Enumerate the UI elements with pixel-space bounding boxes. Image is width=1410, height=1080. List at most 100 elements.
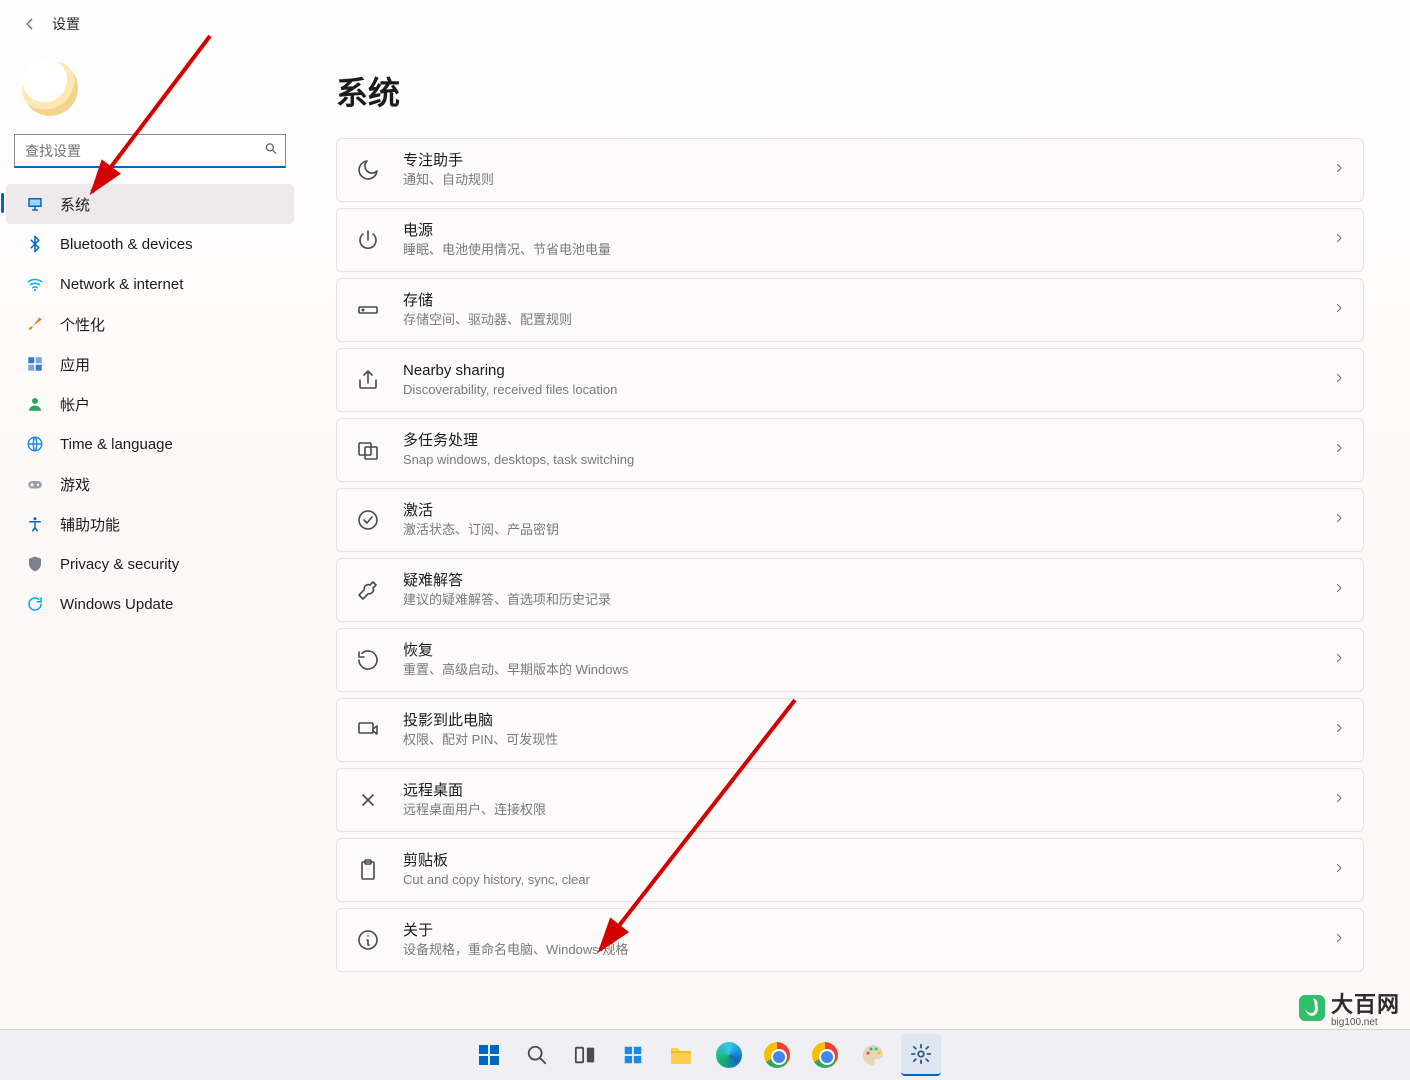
- card-body: 投影到此电脑权限、配对 PIN、可发现性: [403, 712, 1333, 749]
- taskbar-edge[interactable]: [709, 1035, 749, 1075]
- clipboard-icon: [355, 857, 381, 883]
- taskbar-taskview[interactable]: [565, 1035, 605, 1075]
- card-title: 多任务处理: [403, 432, 1333, 451]
- nav-item-bluetooth[interactable]: Bluetooth & devices: [6, 224, 294, 264]
- nav-item-system[interactable]: 系统: [6, 184, 294, 224]
- brush-icon: [26, 315, 44, 333]
- nav-item-time[interactable]: Time & language: [6, 424, 294, 464]
- card-subtitle: 远程桌面用户、连接权限: [403, 802, 1333, 818]
- search-input[interactable]: [14, 134, 286, 168]
- taskbar-chrome-1[interactable]: [757, 1035, 797, 1075]
- nav-item-accounts[interactable]: 帐户: [6, 384, 294, 424]
- apps-icon: [26, 355, 44, 373]
- moon-icon: [355, 157, 381, 183]
- card-subtitle: 睡眠、电池使用情况、节省电池电量: [403, 242, 1333, 258]
- card-subtitle: Cut and copy history, sync, clear: [403, 872, 1333, 888]
- user-avatar[interactable]: [22, 60, 78, 116]
- card-projecting[interactable]: 投影到此电脑权限、配对 PIN、可发现性: [336, 698, 1364, 762]
- person-icon: [26, 395, 44, 413]
- shield-icon: [26, 555, 44, 573]
- taskbar-start[interactable]: [469, 1035, 509, 1075]
- taskbar-explorer[interactable]: [661, 1035, 701, 1075]
- taskbar-paint[interactable]: [853, 1035, 893, 1075]
- search-icon: [526, 1044, 548, 1066]
- nav-item-apps[interactable]: 应用: [6, 344, 294, 384]
- card-power[interactable]: 电源睡眠、电池使用情况、节省电池电量: [336, 208, 1364, 272]
- card-body: Nearby sharingDiscoverability, received …: [403, 362, 1333, 399]
- page-title: 系统: [336, 68, 1364, 114]
- storage-icon: [355, 297, 381, 323]
- card-subtitle: Snap windows, desktops, task switching: [403, 452, 1333, 468]
- card-body: 多任务处理Snap windows, desktops, task switch…: [403, 432, 1333, 469]
- card-title: 投影到此电脑: [403, 712, 1333, 731]
- edge-icon: [716, 1042, 742, 1068]
- project-icon: [355, 717, 381, 743]
- card-title: Nearby sharing: [403, 362, 1333, 381]
- taskbar-widgets[interactable]: [613, 1035, 653, 1075]
- card-body: 恢复重置、高级启动、早期版本的 Windows: [403, 642, 1333, 679]
- windows-icon: [477, 1043, 501, 1067]
- titlebar: 设置: [0, 0, 1410, 48]
- chevron-right-icon: [1333, 231, 1345, 249]
- card-title: 关于: [403, 922, 1333, 941]
- taskbar-settings[interactable]: [901, 1034, 941, 1076]
- nav-item-privacy[interactable]: Privacy & security: [6, 544, 294, 584]
- nav-item-gaming[interactable]: 游戏: [6, 464, 294, 504]
- chevron-right-icon: [1333, 441, 1345, 459]
- nav-label: 帐户: [60, 394, 90, 415]
- nav-label: Windows Update: [60, 596, 173, 613]
- nav-list: 系统Bluetooth & devices Network & internet 个…: [0, 184, 300, 624]
- nav-item-network[interactable]: Network & internet: [6, 264, 294, 304]
- taskbar: [0, 1029, 1410, 1080]
- app-title: 设置: [52, 14, 80, 34]
- share-icon: [355, 367, 381, 393]
- chevron-right-icon: [1333, 511, 1345, 529]
- access-icon: [26, 515, 44, 533]
- globe-icon: [26, 435, 44, 453]
- multitask-icon: [355, 437, 381, 463]
- card-storage[interactable]: 存储存储空间、驱动器、配置规则: [336, 278, 1364, 342]
- card-body: 关于设备规格，重命名电脑、Windows 规格: [403, 922, 1333, 959]
- card-subtitle: 激活状态、订阅、产品密钥: [403, 522, 1333, 538]
- chevron-right-icon: [1333, 791, 1345, 809]
- card-troubleshoot[interactable]: 疑难解答建议的疑难解答、首选项和历史记录: [336, 558, 1364, 622]
- taskbar-chrome-2[interactable]: [805, 1035, 845, 1075]
- taskbar-search[interactable]: [517, 1035, 557, 1075]
- card-title: 远程桌面: [403, 782, 1333, 801]
- gamepad-icon: [26, 475, 44, 493]
- card-body: 存储存储空间、驱动器、配置规则: [403, 292, 1333, 329]
- card-body: 疑难解答建议的疑难解答、首选项和历史记录: [403, 572, 1333, 609]
- card-activation[interactable]: 激活激活状态、订阅、产品密钥: [336, 488, 1364, 552]
- card-body: 激活激活状态、订阅、产品密钥: [403, 502, 1333, 539]
- wifi-icon: [26, 275, 44, 293]
- sidebar: 系统Bluetooth & devices Network & internet 个…: [0, 48, 300, 1080]
- card-focus[interactable]: 专注助手通知、自动规则: [336, 138, 1364, 202]
- nav-label: Network & internet: [60, 276, 183, 293]
- chevron-right-icon: [1333, 861, 1345, 879]
- nav-item-personalize[interactable]: 个性化: [6, 304, 294, 344]
- card-remote[interactable]: 远程桌面远程桌面用户、连接权限: [336, 768, 1364, 832]
- taskview-icon: [574, 1044, 596, 1066]
- card-subtitle: 设备规格，重命名电脑、Windows 规格: [403, 942, 1333, 958]
- bluetooth-icon: [26, 235, 44, 253]
- card-multitask[interactable]: 多任务处理Snap windows, desktops, task switch…: [336, 418, 1364, 482]
- chevron-right-icon: [1333, 581, 1345, 599]
- power-icon: [355, 227, 381, 253]
- nav-label: 辅助功能: [60, 514, 120, 535]
- nav-label: 应用: [60, 354, 90, 375]
- chevron-right-icon: [1333, 721, 1345, 739]
- nav-item-accessibility[interactable]: 辅助功能: [6, 504, 294, 544]
- card-body: 剪贴板Cut and copy history, sync, clear: [403, 852, 1333, 889]
- card-about[interactable]: 关于设备规格，重命名电脑、Windows 规格: [336, 908, 1364, 972]
- card-recovery[interactable]: 恢复重置、高级启动、早期版本的 Windows: [336, 628, 1364, 692]
- back-button[interactable]: [12, 6, 48, 42]
- card-nearby[interactable]: Nearby sharingDiscoverability, received …: [336, 348, 1364, 412]
- palette-icon: [861, 1043, 885, 1067]
- nav-item-update[interactable]: Windows Update: [6, 584, 294, 624]
- chevron-right-icon: [1333, 651, 1345, 669]
- card-subtitle: 通知、自动规则: [403, 172, 1333, 188]
- card-subtitle: 建议的疑难解答、首选项和历史记录: [403, 592, 1333, 608]
- card-subtitle: 权限、配对 PIN、可发现性: [403, 732, 1333, 748]
- card-title: 电源: [403, 222, 1333, 241]
- card-clipboard[interactable]: 剪贴板Cut and copy history, sync, clear: [336, 838, 1364, 902]
